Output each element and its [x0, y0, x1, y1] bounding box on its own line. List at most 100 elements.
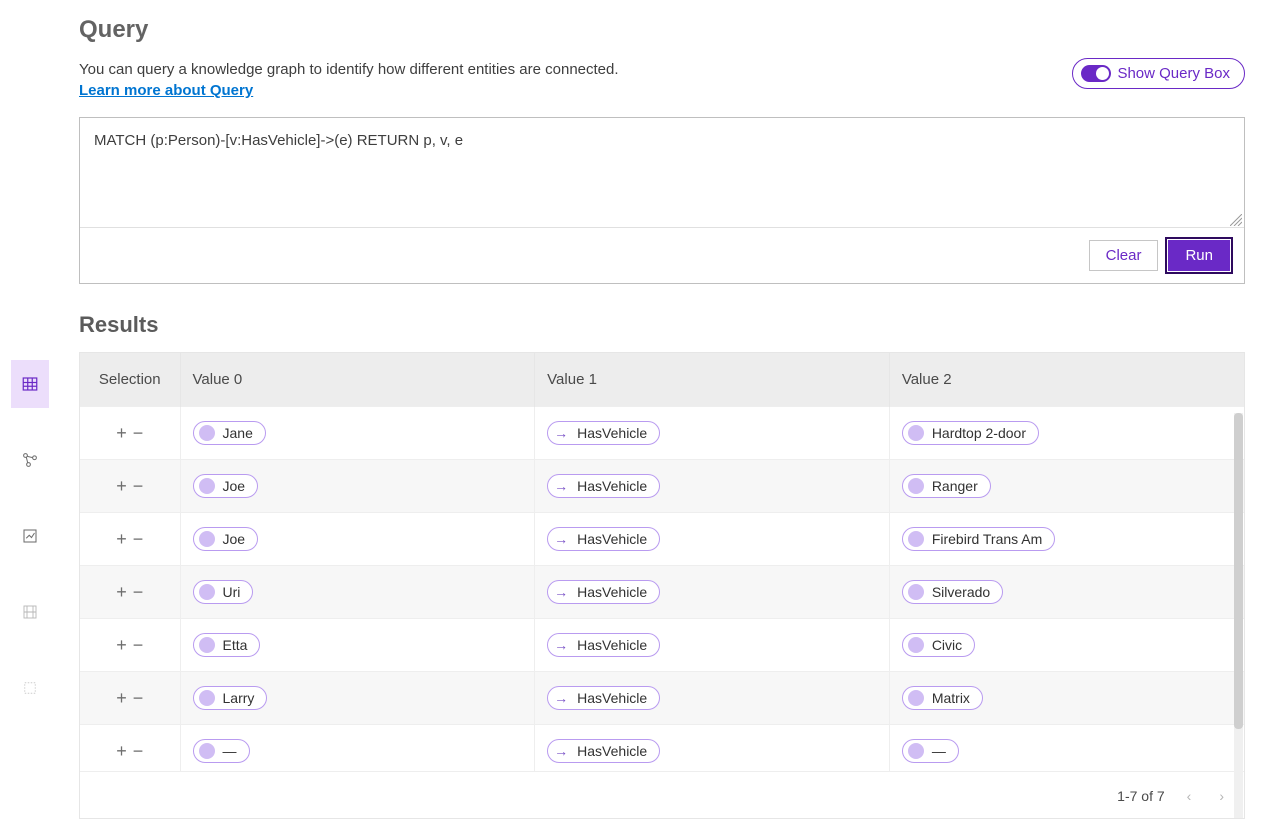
entity-pill[interactable]: Etta: [193, 633, 261, 657]
entity-dot-icon: [199, 478, 215, 494]
pager-range: 1-7 of 7: [1117, 788, 1164, 804]
entity-pill[interactable]: Ranger: [902, 474, 991, 498]
relation-pill[interactable]: →HasVehicle: [547, 686, 660, 710]
entity-pill[interactable]: Uri: [193, 580, 254, 604]
cell-value1: →HasVehicle: [535, 566, 890, 619]
results-panel: Selection Value 0 Value 1 Value 2 +−Jane…: [79, 352, 1245, 819]
resize-grip-icon[interactable]: [1230, 213, 1242, 225]
pill-label: Firebird Trans Am: [932, 531, 1042, 547]
pill-label: HasVehicle: [577, 425, 647, 441]
entity-pill[interactable]: —: [193, 739, 250, 763]
relation-pill[interactable]: → HasVehicle: [547, 421, 660, 445]
pill-label: Joe: [223, 478, 246, 494]
arrow-right-icon: →: [553, 743, 569, 759]
add-to-selection-icon[interactable]: +: [113, 688, 130, 708]
entity-dot-icon: [908, 478, 924, 494]
relation-pill[interactable]: →HasVehicle: [547, 580, 660, 604]
add-to-selection-icon[interactable]: +: [113, 476, 130, 496]
results-title: Results: [79, 312, 1245, 338]
entity-pill[interactable]: Hardtop 2-door: [902, 421, 1039, 445]
entity-pill[interactable]: Civic: [902, 633, 975, 657]
add-to-selection-icon[interactable]: +: [113, 582, 130, 602]
pill-label: Civic: [932, 637, 962, 653]
selection-cell: +−: [80, 513, 180, 566]
nav-map-icon[interactable]: [11, 588, 49, 636]
entity-pill[interactable]: Firebird Trans Am: [902, 527, 1055, 551]
nav-graph-icon[interactable]: [11, 436, 49, 484]
entity-pill[interactable]: Larry: [193, 686, 268, 710]
entity-pill[interactable]: Silverado: [902, 580, 1003, 604]
table-row: +− Joe → HasVehicle Ranger: [80, 460, 1244, 513]
selection-cell: +−: [80, 672, 180, 725]
arrow-right-icon: →: [553, 531, 569, 547]
table-row: +− Uri →HasVehicle Silverado: [80, 566, 1244, 619]
nav-table-icon[interactable]: [11, 360, 49, 408]
pager-next-icon[interactable]: ›: [1213, 788, 1230, 804]
remove-from-selection-icon[interactable]: −: [130, 423, 147, 443]
cell-value0: Larry: [180, 672, 535, 725]
query-textarea[interactable]: [80, 118, 1244, 224]
add-to-selection-icon[interactable]: +: [113, 635, 130, 655]
relation-pill[interactable]: → HasVehicle: [547, 739, 660, 763]
table-row: +− Joe → HasVehicle Firebird Trans Am: [80, 513, 1244, 566]
intro-row: You can query a knowledge graph to ident…: [79, 58, 1245, 99]
nav-chart-icon[interactable]: [11, 512, 49, 560]
entity-dot-icon: [908, 743, 924, 759]
remove-from-selection-icon[interactable]: −: [130, 635, 147, 655]
pill-label: Etta: [223, 637, 248, 653]
clear-button[interactable]: Clear: [1089, 240, 1159, 271]
results-table: Selection Value 0 Value 1 Value 2 +−Jane…: [80, 353, 1244, 771]
pill-label: Matrix: [932, 690, 970, 706]
pill-label: HasVehicle: [577, 690, 647, 706]
add-to-selection-icon[interactable]: +: [113, 423, 130, 443]
entity-pill[interactable]: —: [902, 739, 959, 763]
remove-from-selection-icon[interactable]: −: [130, 582, 147, 602]
cell-value1: → HasVehicle: [535, 407, 890, 460]
relation-pill[interactable]: →HasVehicle: [547, 633, 660, 657]
cell-value1: → HasVehicle: [535, 725, 890, 772]
pill-label: Joe: [223, 531, 246, 547]
remove-from-selection-icon[interactable]: −: [130, 741, 147, 761]
relation-pill[interactable]: → HasVehicle: [547, 527, 660, 551]
results-scrollbar[interactable]: [1234, 413, 1243, 818]
pill-label: HasVehicle: [577, 743, 647, 759]
cell-value2: Ranger: [889, 460, 1244, 513]
add-to-selection-icon[interactable]: +: [113, 741, 130, 761]
nav-layout-icon[interactable]: [11, 664, 49, 712]
arrow-right-icon: →: [553, 584, 569, 600]
table-row: +− Larry →HasVehicle Matrix: [80, 672, 1244, 725]
cell-value0: Joe: [180, 460, 535, 513]
entity-pill[interactable]: Joe: [193, 474, 259, 498]
page-title: Query: [79, 16, 1245, 44]
arrow-right-icon: →: [553, 478, 569, 494]
main-content: Query You can query a knowledge graph to…: [59, 0, 1265, 829]
cell-value2: Silverado: [889, 566, 1244, 619]
learn-more-link[interactable]: Learn more about Query: [79, 82, 253, 99]
pager-prev-icon[interactable]: ‹: [1181, 788, 1198, 804]
remove-from-selection-icon[interactable]: −: [130, 529, 147, 549]
pill-label: HasVehicle: [577, 637, 647, 653]
cell-value0: Joe: [180, 513, 535, 566]
selection-cell: +−: [80, 460, 180, 513]
cell-value0: Jane: [180, 407, 535, 460]
arrow-right-icon: →: [553, 425, 569, 441]
table-row: +− — → HasVehicle —: [80, 725, 1244, 772]
intro-text: You can query a knowledge graph to ident…: [79, 58, 619, 82]
run-button[interactable]: Run: [1168, 240, 1230, 271]
relation-pill[interactable]: → HasVehicle: [547, 474, 660, 498]
pill-label: HasVehicle: [577, 531, 647, 547]
cell-value2: Matrix: [889, 672, 1244, 725]
remove-from-selection-icon[interactable]: −: [130, 476, 147, 496]
entity-pill[interactable]: Jane: [193, 421, 266, 445]
entity-dot-icon: [908, 637, 924, 653]
show-query-toggle[interactable]: Show Query Box: [1072, 58, 1245, 89]
entity-pill[interactable]: Matrix: [902, 686, 983, 710]
add-to-selection-icon[interactable]: +: [113, 529, 130, 549]
side-nav: [0, 0, 59, 829]
remove-from-selection-icon[interactable]: −: [130, 688, 147, 708]
toggle-switch-icon: [1081, 65, 1111, 82]
pill-label: Jane: [223, 425, 253, 441]
pill-label: HasVehicle: [577, 478, 647, 494]
entity-pill[interactable]: Joe: [193, 527, 259, 551]
table-row: +− Jane → HasVehicle Hardtop 2-door: [80, 407, 1244, 460]
